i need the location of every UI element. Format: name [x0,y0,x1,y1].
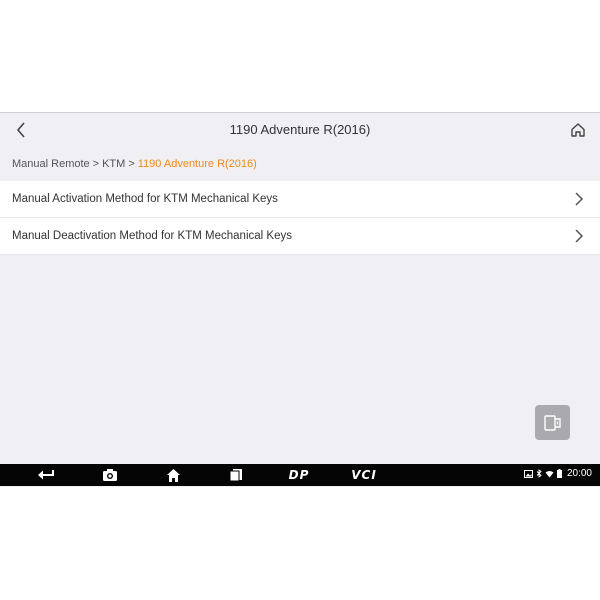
android-nav-bar: DP VCI 20:00 [0,464,600,486]
breadcrumb-item-ktm[interactable]: KTM [102,158,125,170]
home-icon [166,468,180,482]
recent-apps-icon [229,469,242,482]
chevron-right-icon [575,192,584,206]
nav-screenshot-button[interactable] [98,464,122,486]
camera-icon [103,469,117,481]
image-icon [523,469,533,478]
menu-item-label: Manual Deactivation Method for KTM Mecha… [12,230,292,242]
nav-vci-button[interactable]: VCI [346,464,382,486]
status-bar: 20:00 [523,468,592,479]
bluetooth-icon [536,469,542,478]
menu-item-label: Manual Activation Method for KTM Mechani… [12,193,278,205]
battery-icon [556,469,562,478]
breadcrumb-current: 1190 Adventure R(2016) [137,158,257,170]
home-button[interactable] [568,120,588,140]
app-screen: 1190 Adventure R(2016) Manual Remote > KTM… [0,112,600,487]
breadcrumb-separator: > [128,158,135,170]
title-bar: 1190 Adventure R(2016) [0,113,600,147]
nav-home-button[interactable] [161,464,185,486]
menu-item-activation[interactable]: Manual Activation Method for KTM Mechani… [0,181,600,218]
split-view-icon [543,414,561,431]
breadcrumb-separator: > [92,158,100,170]
menu-list: Manual Activation Method for KTM Mechani… [0,181,600,255]
breadcrumb: Manual Remote > KTM >1190 Adventure R(2016) [12,158,257,170]
wifi-icon [545,470,554,478]
nav-dp-button[interactable]: DP [284,464,314,486]
chevron-right-icon [575,229,584,243]
split-view-button[interactable] [535,405,570,440]
menu-item-deactivation[interactable]: Manual Deactivation Method for KTM Mecha… [0,218,600,255]
dp-icon: DP [288,468,310,482]
breadcrumb-item-manual-remote[interactable]: Manual Remote [12,158,90,170]
back-arrow-icon [38,470,54,480]
clock-time: 20:00 [566,468,592,479]
nav-recent-apps-button[interactable] [224,464,248,486]
home-icon [571,123,585,137]
page-title: 1190 Adventure R(2016) [229,122,371,137]
vci-icon: VCI [351,468,377,482]
nav-back-button[interactable] [34,464,58,486]
